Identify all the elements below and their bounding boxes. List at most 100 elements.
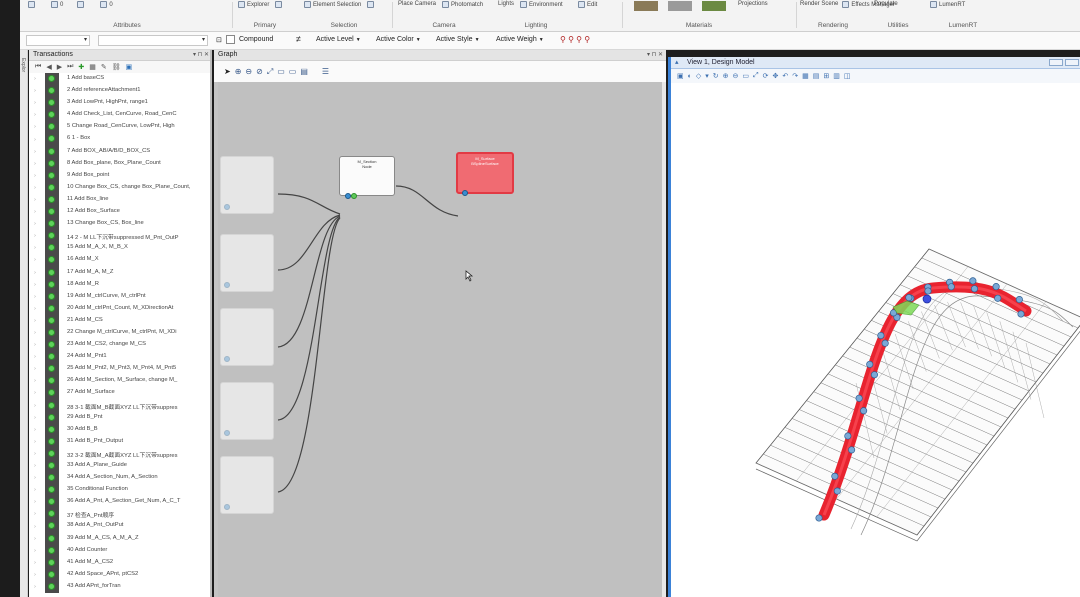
attr-item-4[interactable]: 0 [100, 1, 113, 8]
expand-toggle-icon[interactable]: › [29, 572, 41, 578]
edit-icon[interactable]: ✎ [101, 63, 107, 71]
view-previous-icon[interactable]: ↶ [782, 72, 788, 80]
projections-button[interactable]: Projections [738, 1, 768, 7]
active-color-dropdown[interactable]: Active Color ▼ [376, 36, 421, 43]
panel-controls-icon[interactable]: ▾ ⊓ ✕ [193, 50, 209, 60]
expand-toggle-icon[interactable]: › [29, 173, 41, 179]
expand-toggle-icon[interactable]: › [29, 233, 41, 239]
compound-checkbox[interactable] [226, 35, 235, 44]
expand-toggle-icon[interactable]: › [29, 306, 41, 312]
transaction-row[interactable]: › 25 Add M_Pnt2, M_Pnt3, M_Pnt4, M_Pnt5 [29, 363, 210, 376]
expand-toggle-icon[interactable]: › [29, 439, 41, 445]
transaction-status-icon[interactable] [48, 328, 55, 336]
active-style-dropdown[interactable]: Active Style ▼ [436, 36, 480, 43]
view-icon[interactable]: ▭ [277, 67, 285, 76]
transaction-status-icon[interactable] [48, 268, 55, 276]
expand-toggle-icon[interactable]: › [29, 548, 41, 554]
transaction-status-icon[interactable] [48, 171, 55, 179]
attribute-combo[interactable]: ▾ [98, 35, 208, 46]
transaction-row[interactable]: › 3 Add LowPnt, HighPnt, range1 [29, 97, 210, 110]
update-view-icon[interactable]: ↻ [713, 72, 719, 80]
transaction-row[interactable]: › 29 Add B_Pnt [29, 411, 210, 424]
table-icon[interactable]: ▦ [89, 63, 96, 71]
expand-toggle-icon[interactable]: › [29, 209, 41, 215]
graph-node-m-section[interactable]: M_Section Node [339, 156, 395, 199]
explorer-side-tab[interactable]: Explor [20, 50, 28, 597]
transaction-row[interactable]: › 20 Add M_ctrlPnt_Count, M_XDirectionAt [29, 302, 210, 315]
transaction-row[interactable]: › 14 2 - M LL下沉带suppressed M_Pnt_OutP [29, 230, 210, 243]
view-next-icon[interactable]: ↷ [792, 72, 798, 80]
transaction-status-icon[interactable] [48, 449, 55, 457]
link-icon[interactable]: ⛓ [112, 63, 121, 71]
transaction-row[interactable]: › 27 Add M_Surface [29, 387, 210, 400]
transaction-row[interactable]: › 39 Add M_A_CS, A_M_A_Z [29, 532, 210, 545]
transaction-status-icon[interactable] [48, 292, 55, 300]
transaction-row[interactable]: › 15 Add M_A_X, M_B_X [29, 242, 210, 255]
transaction-status-icon[interactable] [48, 570, 55, 578]
transaction-row[interactable]: › 10 Change Box_CS, change Box_Plane_Coun… [29, 181, 210, 194]
selection-tool-icon[interactable]: ⊡ [216, 36, 222, 44]
transaction-row[interactable]: › 42 Add Space_APnt, ptCS2 [29, 568, 210, 581]
expand-toggle-icon[interactable]: › [29, 100, 41, 106]
arrange-icon[interactable]: ▤ [300, 67, 308, 76]
expand-toggle-icon[interactable]: › [29, 366, 41, 372]
lights-button[interactable]: Lights [498, 1, 514, 7]
expand-toggle-icon[interactable]: › [29, 487, 41, 493]
fit-icon[interactable]: ⤢ [267, 67, 273, 77]
expand-toggle-icon[interactable]: › [29, 282, 41, 288]
transaction-row[interactable]: › 32 3-2 截面M_A截面XYZ LL下沉带suppres [29, 447, 210, 460]
grid-icon[interactable]: ▣ [126, 63, 133, 71]
next-icon[interactable]: ▶ [57, 63, 62, 71]
transaction-row[interactable]: › 18 Add M_R [29, 278, 210, 291]
transaction-row[interactable]: › 6 1 - Box [29, 133, 210, 146]
zoom-in-icon[interactable]: ⊕ [235, 67, 242, 76]
zoom-out-icon[interactable]: ⊖ [733, 72, 739, 80]
graph-node-m-surface[interactable]: M_Surface BSplineSurface [456, 152, 514, 196]
attr-item-1[interactable] [28, 1, 37, 8]
render-scene-button[interactable]: Render Scene [800, 1, 838, 7]
active-level-dropdown[interactable]: Active Level ▼ [316, 36, 361, 43]
transaction-row[interactable]: › 38 Add A_Pnt_OutPut [29, 520, 210, 533]
expand-toggle-icon[interactable]: › [29, 342, 41, 348]
zoom-icon[interactable]: ⊖ [245, 67, 252, 76]
expand-toggle-icon[interactable]: › [29, 415, 41, 421]
transaction-row[interactable]: › 26 Add M_Section, M_Surface, change M_ [29, 375, 210, 388]
material-swatch[interactable] [668, 1, 692, 11]
attr-item-2[interactable]: 0 [51, 1, 63, 8]
display-icon[interactable]: ◫ [844, 72, 851, 80]
expand-toggle-icon[interactable]: › [29, 427, 41, 433]
graph-node-ghost[interactable] [220, 456, 274, 514]
zoom-out-icon[interactable]: ⊘ [256, 67, 263, 76]
graph-scrollbar[interactable] [662, 82, 666, 597]
pointer-icon[interactable]: ➤ [224, 67, 231, 76]
prev-icon[interactable]: ◀ [46, 63, 51, 71]
transaction-status-icon[interactable] [48, 316, 55, 324]
transaction-status-icon[interactable] [48, 183, 55, 191]
transaction-row[interactable]: › 21 Add M_CS [29, 314, 210, 327]
maximize-icon[interactable] [1065, 59, 1079, 66]
design-model-canvas[interactable] [671, 83, 1080, 597]
view-rotation-icon[interactable]: ▥ [833, 72, 840, 80]
view-attributes-icon[interactable]: ▣ [677, 72, 684, 80]
element-selection-button[interactable]: Element Selection [304, 1, 361, 8]
layout-icon[interactable]: ▭ [289, 67, 297, 76]
window-area-icon[interactable]: ▭ [742, 72, 749, 80]
transaction-row[interactable]: › 30 Add B_B [29, 423, 210, 436]
transaction-row[interactable]: › 35 Conditional Function [29, 484, 210, 497]
expand-toggle-icon[interactable]: › [29, 197, 41, 203]
graph-node-ghost[interactable] [220, 234, 274, 292]
transaction-row[interactable]: › 37 检查A_Pnt顺序 [29, 508, 210, 521]
expand-toggle-icon[interactable]: › [29, 330, 41, 336]
place-camera-button[interactable]: Place Camera [398, 1, 436, 7]
panel-controls-icon[interactable]: ▾ ⊓ ✕ [647, 50, 663, 60]
expand-toggle-icon[interactable]: › [29, 463, 41, 469]
edit-button[interactable]: Edit [578, 1, 597, 8]
camera-icon[interactable]: ▤ [813, 72, 820, 80]
expand-toggle-icon[interactable]: › [29, 560, 41, 566]
expand-toggle-icon[interactable]: › [29, 245, 41, 251]
chevron-down-icon[interactable]: ▾ [705, 72, 709, 80]
expand-toggle-icon[interactable]: › [29, 294, 41, 300]
transaction-status-icon[interactable] [48, 304, 55, 312]
transaction-status-icon[interactable] [48, 462, 55, 469]
transaction-status-icon[interactable] [48, 341, 55, 349]
